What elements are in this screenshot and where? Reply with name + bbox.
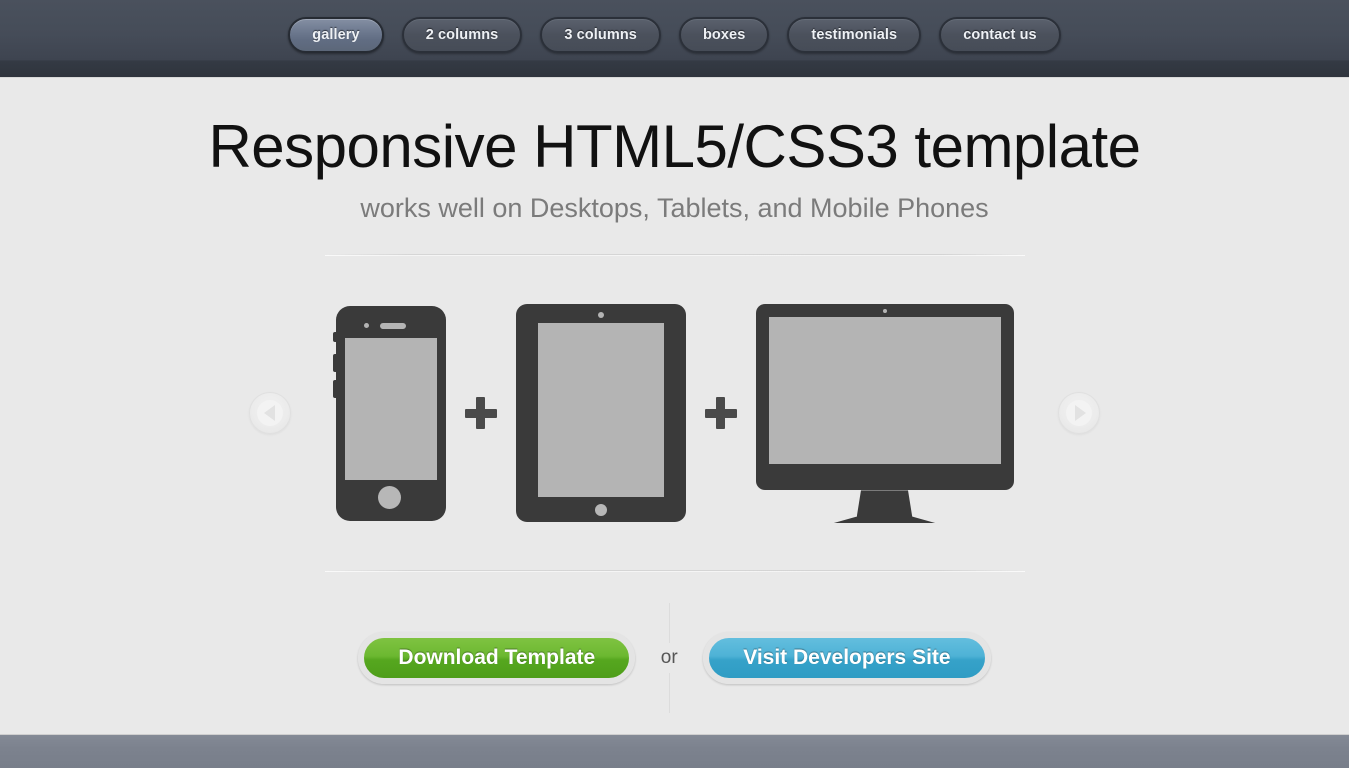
nav-item-3-columns[interactable]: 3 columns <box>540 17 661 53</box>
footer-bar <box>0 734 1349 768</box>
nav-item-label: boxes <box>702 27 746 43</box>
cta-group: Download Template or Visit Developers Si… <box>0 603 1349 714</box>
nav-item-label: gallery <box>312 27 360 43</box>
tablet-icon <box>515 304 686 523</box>
cta-or-label: or <box>651 643 687 674</box>
nav-list: gallery 2 columns 3 columns boxes testim… <box>288 17 1061 53</box>
nav-item-2-columns[interactable]: 2 columns <box>401 17 523 53</box>
phone-home-button-icon <box>377 485 401 509</box>
visit-developers-site-label: Visit Developers Site <box>743 646 951 670</box>
phone-screen <box>344 337 437 480</box>
plus-icon <box>446 393 516 433</box>
nav-item-contact-us[interactable]: contact us <box>939 17 1061 53</box>
divider-bottom <box>324 570 1025 573</box>
plus-icon <box>686 393 756 433</box>
top-navbar: gallery 2 columns 3 columns boxes testim… <box>0 0 1349 78</box>
monitor-stand-neck <box>856 490 913 519</box>
phone-side-button <box>332 331 336 342</box>
tablet-home-button-icon <box>594 504 607 517</box>
nav-item-boxes[interactable]: boxes <box>678 17 770 53</box>
slider-next-button[interactable] <box>1058 392 1100 435</box>
nav-item-gallery[interactable]: gallery <box>288 17 384 53</box>
page-title: Responsive HTML5/CSS3 template <box>208 113 1141 180</box>
phone-side-button <box>332 379 336 398</box>
nav-item-label: 2 columns <box>425 27 499 43</box>
hero-inner: Responsive HTML5/CSS3 template works wel… <box>0 78 1349 714</box>
tablet-camera-icon <box>597 312 604 319</box>
arrow-left-icon <box>257 400 283 427</box>
tablet-screen <box>537 323 664 498</box>
phone-icon <box>332 305 446 521</box>
monitor-icon <box>755 304 1014 524</box>
slider-prev-button[interactable] <box>249 392 291 435</box>
hero-section: Responsive HTML5/CSS3 template works wel… <box>0 78 1349 734</box>
download-template-label: Download Template <box>398 646 596 670</box>
visit-developers-site-button[interactable]: Visit Developers Site <box>703 632 991 685</box>
download-template-button[interactable]: Download Template <box>358 632 636 685</box>
phone-side-button <box>332 353 336 372</box>
monitor-camera-icon <box>882 309 887 314</box>
monitor-body <box>755 304 1014 491</box>
device-group <box>332 304 1014 524</box>
nav-item-label: 3 columns <box>564 27 637 43</box>
phone-camera-icon <box>363 322 369 328</box>
nav-item-label: contact us <box>963 27 1037 43</box>
cta-or-separator: or <box>635 603 703 714</box>
monitor-stand-base <box>832 516 937 524</box>
monitor-screen <box>768 317 1001 465</box>
arrow-right-icon <box>1066 400 1092 427</box>
nav-item-testimonials[interactable]: testimonials <box>787 17 922 53</box>
nav-item-label: testimonials <box>811 27 898 43</box>
phone-speaker-icon <box>379 322 406 329</box>
device-slider <box>0 256 1349 570</box>
page-subtitle: works well on Desktops, Tablets, and Mob… <box>360 193 989 223</box>
